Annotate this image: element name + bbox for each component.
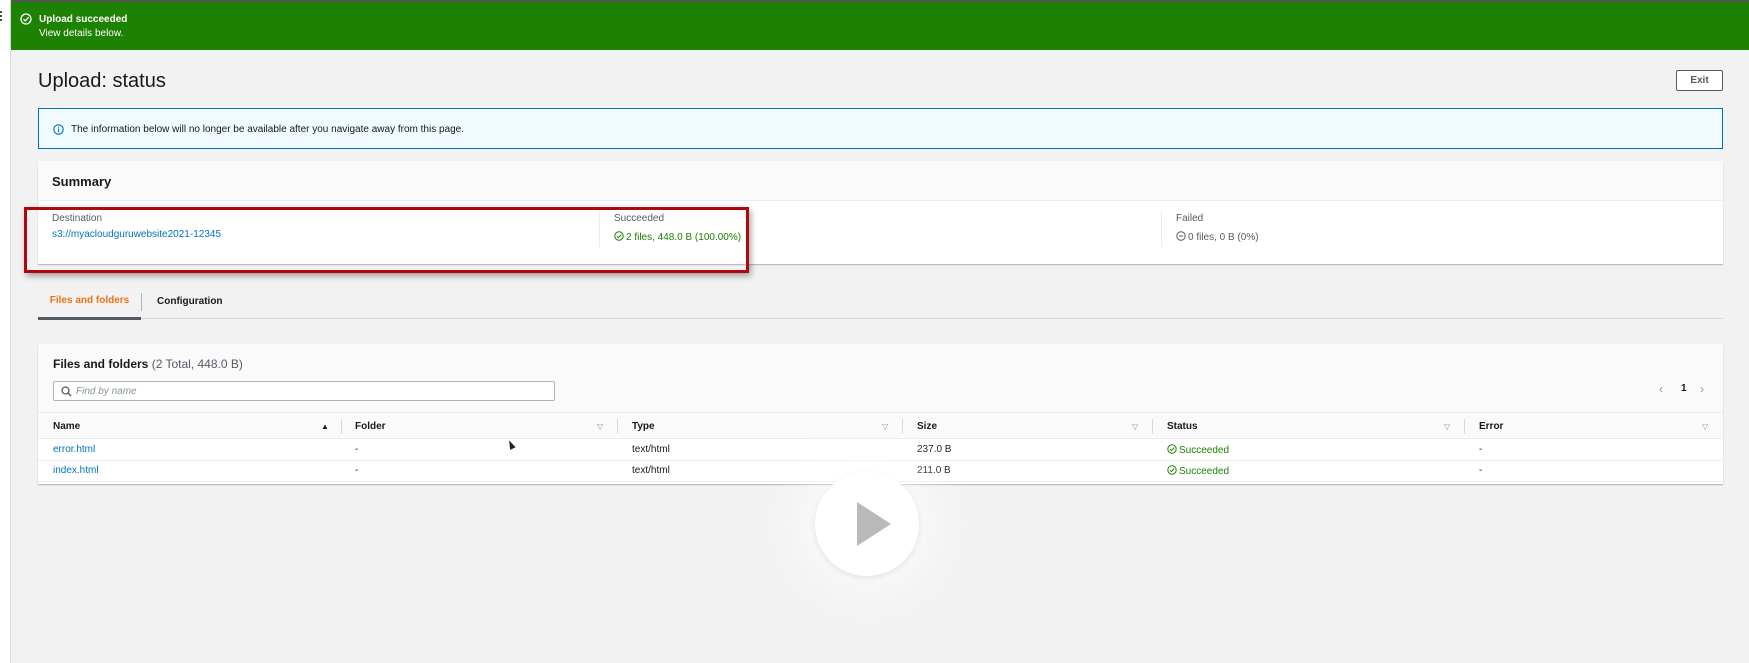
video-play-button[interactable]: [815, 472, 919, 576]
size-cell: 237.0 B: [917, 444, 952, 455]
info-alert: The information below will no longer be …: [38, 108, 1723, 149]
current-page[interactable]: 1: [1681, 383, 1687, 394]
size-cell: 211.0 B: [917, 465, 951, 476]
sort-icon[interactable]: ▽: [1702, 422, 1708, 431]
files-count: (2 Total, 448.0 B): [151, 357, 243, 371]
column-header-status[interactable]: Status: [1167, 421, 1198, 432]
annotation-highlight-box: [24, 207, 749, 273]
column-header-size[interactable]: Size: [917, 421, 937, 432]
sort-icon[interactable]: ▽: [1444, 422, 1450, 431]
status-text: Succeeded: [1179, 466, 1230, 477]
sort-icon[interactable]: ▽: [1132, 422, 1138, 431]
failed-value: 0 files, 0 B (0%): [1176, 231, 1259, 243]
summary-heading: Summary: [52, 174, 112, 189]
column-header-error[interactable]: Error: [1479, 421, 1503, 432]
search-icon: [61, 386, 72, 397]
tab-separator: [141, 293, 142, 311]
summary-header: Summary: [38, 161, 1723, 201]
column-divider: [1464, 419, 1465, 434]
flash-title: Upload succeeded: [39, 14, 128, 25]
page-title: Upload: status: [38, 70, 166, 92]
folder-cell: -: [355, 444, 359, 455]
column-divider: [1152, 419, 1153, 434]
left-edge-strip: [0, 0, 11, 663]
exit-button[interactable]: Exit: [1676, 70, 1723, 91]
check-circle-icon: [20, 13, 32, 25]
column-divider: [617, 419, 618, 434]
success-icon: [1167, 465, 1177, 475]
search-input[interactable]: [76, 384, 546, 398]
status-text: Succeeded: [1179, 445, 1230, 456]
sort-icon[interactable]: ▽: [882, 422, 888, 431]
tab-list: Files and folders Configuration: [38, 284, 1723, 320]
flash-subtitle: View details below.: [39, 28, 124, 39]
column-divider: [1161, 211, 1162, 247]
column-divider: [341, 419, 342, 434]
status-cell: Succeeded: [1167, 465, 1229, 477]
type-cell: text/html: [632, 444, 670, 455]
error-cell: -: [1479, 465, 1483, 476]
column-header-folder[interactable]: Folder: [355, 421, 386, 432]
sort-icon[interactable]: ▽: [597, 422, 603, 431]
table-header: Name ▲ Folder ▽ Type ▽ Size ▽ Status ▽ E…: [38, 412, 1723, 439]
info-alert-message: The information below will no longer be …: [71, 124, 464, 135]
failed-label: Failed: [1176, 213, 1204, 224]
error-cell: -: [1479, 444, 1483, 455]
type-cell: text/html: [632, 465, 670, 476]
status-cell: Succeeded: [1167, 444, 1229, 456]
search-field[interactable]: [53, 381, 555, 401]
previous-page-icon[interactable]: ‹: [1659, 382, 1663, 396]
minus-circle-icon: [1176, 231, 1186, 241]
file-name-link[interactable]: error.html: [53, 444, 95, 455]
column-header-type[interactable]: Type: [632, 421, 655, 432]
files-heading: Files and folders (2 Total, 448.0 B): [53, 357, 243, 371]
tab-configuration[interactable]: Configuration: [157, 284, 223, 319]
tab-files-and-folders[interactable]: Files and folders: [38, 284, 141, 320]
table-row: error.html - text/html 237.0 B Succeeded…: [38, 440, 1723, 461]
more-icon[interactable]: [0, 11, 3, 21]
file-name-link[interactable]: index.html: [53, 465, 99, 476]
files-header: Files and folders (2 Total, 448.0 B) ‹ 1…: [38, 344, 1723, 412]
next-page-icon[interactable]: ›: [1700, 382, 1704, 396]
sort-ascending-icon[interactable]: ▲: [321, 422, 329, 431]
files-table-container: Files and folders (2 Total, 448.0 B) ‹ 1…: [38, 344, 1723, 484]
column-header-name[interactable]: Name: [53, 421, 80, 432]
folder-cell: -: [355, 465, 359, 476]
files-heading-text: Files and folders: [53, 357, 149, 371]
info-icon: [53, 124, 64, 135]
failed-text: 0 files, 0 B (0%): [1188, 232, 1259, 243]
play-icon: [857, 502, 891, 546]
success-icon: [1167, 444, 1177, 454]
success-flashbar: Upload succeeded View details below.: [11, 0, 1749, 50]
column-divider: [902, 419, 903, 434]
